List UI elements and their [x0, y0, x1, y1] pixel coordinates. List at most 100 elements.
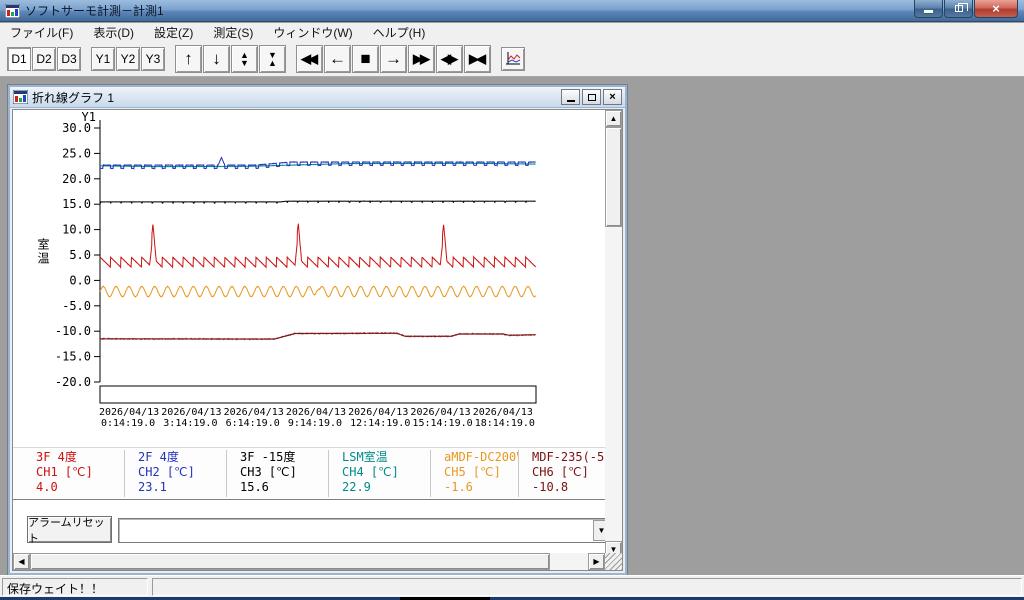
legend-CH4-value: 22.9: [329, 480, 430, 495]
child-close-button[interactable]: ×: [603, 89, 622, 105]
legend-CH6-label: CH6 [℃]: [519, 465, 610, 480]
legend-CH2: 2F 4度CH2 [℃]23.1: [125, 450, 227, 497]
legend-CH2-name: 2F 4度: [125, 450, 226, 465]
restore-icon: [955, 5, 963, 12]
scroll-down-button[interactable]: ↓: [203, 45, 230, 73]
y-tick-label: 5.0: [69, 248, 91, 262]
d2-button[interactable]: D2: [32, 47, 56, 71]
child-maximize-button[interactable]: [582, 89, 601, 105]
arrow-left-icon: ◀: [18, 557, 24, 566]
y1-button[interactable]: Y1: [91, 47, 115, 71]
legend-CH6: MDF-235(-5℃)CH6 [℃]-10.8: [519, 450, 611, 497]
graph-window: 折れ線グラフ 1 × Y130.025.020.015.010.05.00.0-…: [8, 85, 627, 575]
minimize-button[interactable]: [914, 0, 943, 18]
legend-CH5-name: aMDF-DC200V(+7: [431, 450, 518, 465]
graph-window-titlebar[interactable]: 折れ線グラフ 1 ×: [10, 87, 625, 108]
close-button[interactable]: ×: [974, 0, 1018, 18]
legend-CH3-label: CH3 [℃]: [227, 465, 328, 480]
channel-legend: 3F 4度CH1 [℃]4.02F 4度CH2 [℃]23.13F -15度CH…: [13, 447, 605, 500]
menu-item-measure[interactable]: 測定(S): [203, 22, 263, 43]
child-close-icon: ×: [609, 92, 615, 102]
window-title: ソフトサーモ計測－計測1: [25, 2, 164, 19]
y-tick-label: 30.0: [62, 121, 91, 135]
y-tick-label: -10.0: [55, 324, 91, 338]
arrow-up-icon: ▲: [610, 114, 618, 123]
legend-CH3: 3F -15度CH3 [℃]15.6: [227, 450, 329, 497]
alarm-reset-button[interactable]: アラームリセット: [27, 516, 112, 543]
status-bar: 保存ウェイト！！: [0, 575, 1024, 597]
main-titlebar[interactable]: ソフトサーモ計測－計測1 ×: [0, 0, 1024, 22]
x-tick-date: 2026/04/13: [161, 407, 221, 418]
legend-CH5: aMDF-DC200V(+7CH5 [℃]-1.6: [431, 450, 519, 497]
child-minimize-icon: [567, 100, 575, 102]
y3-button[interactable]: Y3: [141, 47, 165, 71]
minimize-icon: [924, 10, 933, 13]
legend-CH5-label: CH5 [℃]: [431, 465, 518, 480]
mdi-area: 折れ線グラフ 1 × Y130.025.020.015.010.05.00.0-…: [0, 77, 1024, 575]
legend-CH4: LSM室温CH4 [℃]22.9: [329, 450, 431, 497]
compress-horizontal-button[interactable]: ▶◀: [464, 45, 491, 73]
menu-bar: ファイル(F)表示(D)設定(Z)測定(S)ウィンドウ(W)ヘルプ(H): [0, 23, 1024, 42]
compress-vertical-button[interactable]: ▼▲: [259, 45, 286, 73]
legend-CH2-label: CH2 [℃]: [125, 465, 226, 480]
menu-item-help[interactable]: ヘルプ(H): [363, 22, 436, 43]
menu-item-window[interactable]: ウィンドウ(W): [263, 22, 362, 43]
d3-button[interactable]: D3: [57, 47, 81, 71]
series-CH5-line: [100, 286, 536, 297]
status-panel-2: [152, 578, 1022, 596]
resize-grip[interactable]: [605, 553, 622, 570]
y-tick-label: 25.0: [62, 146, 91, 160]
legend-CH1-value: 4.0: [23, 480, 124, 495]
toolbar: D1D2D3 Y1Y2Y3 ↑↓▲▼▼▲ ◀◀←■→▶▶◀▶▶◀: [0, 42, 1024, 77]
scrollbar-left-button[interactable]: ◀: [13, 553, 30, 570]
expand-vertical-button[interactable]: ▲▼: [231, 45, 258, 73]
x-tick-time: 3:14:19.0: [163, 418, 217, 429]
menu-item-settings[interactable]: 設定(Z): [144, 22, 203, 43]
horizontal-scrollbar-thumb[interactable]: [30, 553, 550, 570]
legend-CH1-label: CH1 [℃]: [23, 465, 124, 480]
y-tick-label: 15.0: [62, 197, 91, 211]
menu-item-view[interactable]: 表示(D): [83, 22, 144, 43]
y-tick-label: -20.0: [55, 375, 91, 389]
series-CH1-line: [100, 224, 536, 267]
legend-CH1: 3F 4度CH1 [℃]4.0: [23, 450, 125, 497]
stop-button[interactable]: ■: [352, 45, 379, 73]
scroll-up-button[interactable]: ↑: [175, 45, 202, 73]
x-tick-date: 2026/04/13: [473, 407, 533, 418]
scroll-left-button[interactable]: ←: [324, 45, 351, 73]
line-chart: Y130.025.020.015.010.05.00.0-5.0-10.0-15…: [13, 110, 611, 445]
scrollbar-up-button[interactable]: ▲: [605, 110, 622, 127]
menu-item-file[interactable]: ファイル(F): [0, 22, 83, 43]
child-minimize-button[interactable]: [561, 89, 580, 105]
expand-horizontal-button[interactable]: ◀▶: [436, 45, 463, 73]
fast-forward-button[interactable]: ▶▶: [408, 45, 435, 73]
legend-CH5-value: -1.6: [431, 480, 518, 495]
app-icon: [5, 4, 20, 18]
x-tick-time: 18:14:19.0: [475, 418, 535, 429]
app-window: ソフトサーモ計測－計測1 × ファイル(F)表示(D)設定(Z)測定(S)ウィン…: [0, 0, 1024, 600]
legend-CH6-name: MDF-235(-5℃): [519, 450, 610, 465]
fast-rewind-button[interactable]: ◀◀: [296, 45, 323, 73]
child-maximize-icon: [588, 94, 596, 101]
alarm-combo[interactable]: ▼: [118, 518, 612, 543]
y2-button[interactable]: Y2: [116, 47, 140, 71]
status-message: 保存ウェイト！！: [2, 578, 148, 596]
x-tick-time: 12:14:19.0: [350, 418, 410, 429]
series-CH6-line: [100, 333, 536, 340]
restore-button[interactable]: [944, 0, 973, 18]
x-tick-time: 0:14:19.0: [101, 418, 155, 429]
scrollbar-right-button[interactable]: ▶: [588, 553, 605, 570]
legend-CH4-label: CH4 [℃]: [329, 465, 430, 480]
d1-button[interactable]: D1: [7, 47, 31, 71]
vertical-scrollbar-thumb[interactable]: [605, 127, 622, 227]
graph-settings-button[interactable]: [501, 47, 525, 71]
legend-CH3-value: 15.6: [227, 480, 328, 495]
y-tick-label: 20.0: [62, 172, 91, 186]
horizontal-scrollbar[interactable]: ◀ ▶: [13, 553, 605, 570]
y-tick-label: -15.0: [55, 350, 91, 364]
graph-window-icon: [13, 90, 28, 104]
graph-window-title: 折れ線グラフ 1: [32, 89, 114, 106]
scroll-right-button[interactable]: →: [380, 45, 407, 73]
vertical-scrollbar[interactable]: ▲ ▼: [605, 110, 622, 558]
legend-CH6-value: -10.8: [519, 480, 610, 495]
